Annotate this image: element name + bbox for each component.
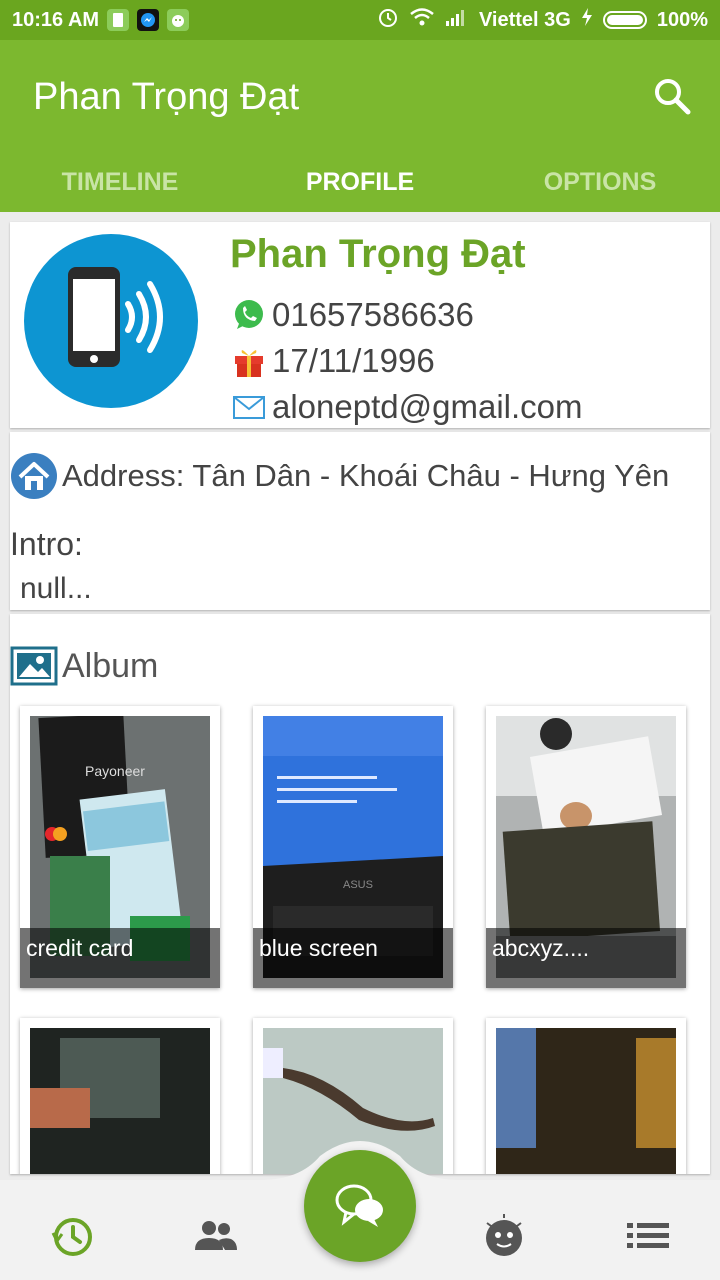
intro-text: null...: [20, 572, 92, 605]
status-bar: 10:16 AM Viettel 3G 100%: [0, 0, 720, 40]
profile-card: Phan Trọng Đạt 01657586636 17/11/1996 al…: [10, 222, 710, 428]
app-bar: Phan Trọng Đạt TIMELINE PROFILE OPTIONS: [0, 40, 720, 212]
address-text: Address: Tân Dân - Khoái Châu - Hưng Yên: [62, 458, 670, 493]
nav-emoji[interactable]: [474, 1206, 534, 1266]
tab-options[interactable]: OPTIONS: [480, 152, 720, 212]
email-address: aloneptd@gmail.com: [272, 388, 583, 425]
photo-caption: abcxyz....: [486, 928, 686, 988]
chat-icon: [335, 1184, 383, 1227]
mail-icon: [233, 396, 265, 419]
photo-caption: blue screen: [253, 928, 453, 988]
address-row: Address: Tân Dân - Khoái Châu - Hưng Yên: [10, 452, 669, 500]
menu-icon: [627, 1223, 669, 1248]
alarm-icon: [377, 6, 399, 34]
battery-percent: 100%: [656, 8, 708, 31]
battery-icon: [602, 11, 647, 29]
album-title: Album: [62, 646, 159, 685]
album-photo-blue-screen[interactable]: ASUS blue screen: [253, 706, 453, 988]
intro-label: Intro:: [10, 526, 83, 562]
home-icon: [11, 453, 57, 499]
nav-menu[interactable]: [618, 1206, 678, 1266]
search-icon: [655, 79, 691, 115]
album-header: Album: [10, 646, 158, 686]
phone-nfc-icon: [68, 267, 163, 367]
gift-icon: [235, 350, 263, 377]
wifi-icon: [409, 7, 435, 33]
friends-icon: [195, 1221, 237, 1250]
tab-profile[interactable]: PROFILE: [240, 152, 480, 212]
app-title: Phan Trọng Đạt: [33, 76, 300, 118]
profile-name: Phan Trọng Đạt: [230, 232, 526, 276]
sim-icon: [107, 9, 130, 31]
tab-bar: TIMELINE PROFILE OPTIONS: [0, 152, 720, 212]
status-time: 10:16 AM: [12, 8, 100, 31]
svg-text:Payoneer: Payoneer: [85, 763, 145, 779]
birthday-row: 17/11/1996: [232, 342, 435, 380]
album-card: Album Payoneer credit card ASUS blue scr…: [10, 614, 710, 1174]
app-notification-icon: [167, 9, 190, 31]
birthday-date: 17/11/1996: [272, 342, 435, 379]
nav-friends[interactable]: [186, 1206, 246, 1266]
chat-button[interactable]: [304, 1150, 416, 1262]
avatar[interactable]: [24, 234, 198, 408]
nav-timeline[interactable]: [42, 1206, 102, 1266]
signal-icon: [445, 8, 469, 32]
timeline-icon: [51, 1218, 92, 1256]
svg-text:ASUS: ASUS: [343, 879, 373, 891]
messenger-icon: [137, 9, 160, 31]
bottom-navigation: [0, 1136, 720, 1280]
photo-caption: credit card: [20, 928, 220, 988]
charging-icon: [581, 8, 593, 32]
phone-number: 01657586636: [272, 296, 474, 333]
carrier-label: Viettel 3G: [478, 8, 571, 31]
album-photo-abcxyz[interactable]: abcxyz....: [486, 706, 686, 988]
emoji-icon: [486, 1214, 522, 1256]
whatsapp-icon: [235, 300, 263, 329]
search-button[interactable]: [650, 74, 694, 118]
tab-timeline[interactable]: TIMELINE: [0, 152, 240, 212]
phone-row[interactable]: 01657586636: [232, 296, 474, 334]
about-card: Address: Tân Dân - Khoái Châu - Hưng Yên…: [10, 432, 710, 610]
email-row[interactable]: aloneptd@gmail.com: [232, 388, 583, 426]
album-photo-credit-card[interactable]: Payoneer credit card: [20, 706, 220, 988]
gallery-icon: [10, 646, 58, 686]
